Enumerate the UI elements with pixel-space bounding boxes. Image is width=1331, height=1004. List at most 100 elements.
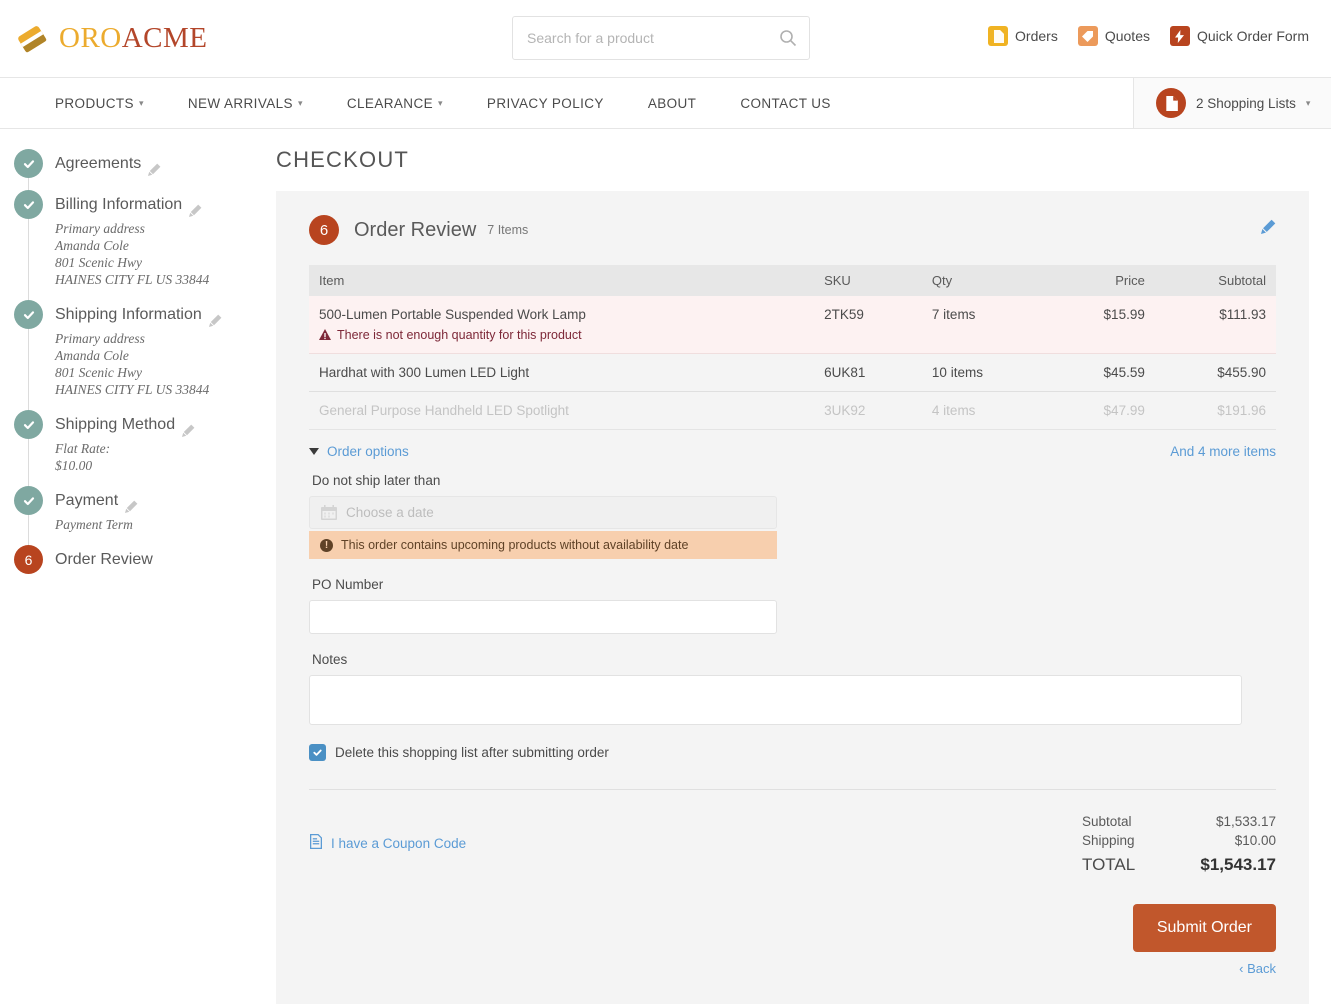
po-number-input[interactable] — [309, 600, 777, 634]
step-connector — [28, 219, 29, 300]
main-navigation: PRODUCTS ▾ NEW ARRIVALS ▾ CLEARANCE ▾ PR… — [0, 77, 1331, 129]
submit-order-button[interactable]: Submit Order — [1132, 904, 1276, 952]
panel-item-count: 7 Items — [487, 223, 529, 237]
order-options-toggle[interactable]: Order options — [309, 444, 409, 459]
table-row[interactable]: Hardhat with 300 Lumen LED Light 6UK81 1… — [309, 353, 1276, 392]
step-status-check-icon — [14, 410, 43, 439]
header-link-orders[interactable]: Orders — [988, 26, 1058, 46]
warning-triangle-icon — [319, 329, 331, 341]
cell-sku: 6UK81 — [814, 353, 922, 392]
logo-text-oro: ORO — [59, 22, 122, 54]
cell-qty: 4 items — [921, 391, 1047, 430]
header-link-quotes-label: Quotes — [1104, 28, 1150, 44]
col-price: Price — [1046, 265, 1155, 296]
order-review-header: 6 Order Review 7 Items — [309, 215, 1276, 245]
page-body: Agreements Billing Information Primary a… — [0, 129, 1331, 1004]
step-shipping-information-title: Shipping Information — [55, 300, 276, 329]
search-input[interactable] — [525, 29, 779, 47]
col-sku: SKU — [814, 265, 922, 296]
pencil-icon[interactable] — [125, 494, 138, 513]
more-items-link[interactable]: And 4 more items — [1170, 444, 1276, 459]
search-box[interactable] — [512, 16, 810, 60]
availability-notice-text: This order contains upcoming products wi… — [341, 538, 689, 552]
nav-item-products[interactable]: PRODUCTS ▾ — [33, 96, 166, 111]
nav-items: PRODUCTS ▾ NEW ARRIVALS ▾ CLEARANCE ▾ PR… — [0, 78, 853, 128]
nav-item-clearance[interactable]: CLEARANCE ▾ — [325, 96, 465, 111]
step-billing-information-label: Billing Information — [55, 196, 183, 213]
detail-line: HAINES CITY FL US 33844 — [55, 272, 210, 287]
coupon-document-icon — [309, 834, 323, 852]
checkout-steps: Agreements Billing Information Primary a… — [0, 129, 276, 1004]
shopping-lists-button[interactable]: 2 Shopping Lists ▾ — [1133, 78, 1331, 128]
step-shipping-method-label: Shipping Method — [55, 416, 176, 433]
detail-line: Amanda Cole — [55, 348, 129, 363]
chevron-down-icon: ▾ — [138, 97, 144, 108]
step-payment[interactable]: Payment Payment Term — [14, 486, 276, 545]
step-billing-information[interactable]: Billing Information Primary address Aman… — [14, 190, 276, 300]
grand-total-label: TOTAL — [1082, 855, 1136, 874]
nav-item-new-arrivals[interactable]: NEW ARRIVALS ▾ — [166, 96, 325, 111]
header-link-quotes[interactable]: Quotes — [1077, 26, 1150, 46]
detail-line: Primary address — [55, 221, 145, 236]
step-shipping-information-detail: Primary address Amanda Cole 801 Scenic H… — [55, 330, 276, 398]
ship-date-label: Do not ship later than — [312, 473, 441, 488]
step-payment-label: Payment — [55, 492, 119, 509]
cell-subtotal: $455.90 — [1154, 353, 1276, 392]
ship-date-field[interactable]: Choose a date — [309, 496, 777, 529]
edit-order-pencil-icon[interactable] — [1261, 219, 1276, 237]
item-name: 500-Lumen Portable Suspended Work Lamp — [319, 307, 586, 322]
detail-line: $10.00 — [55, 458, 93, 473]
ship-date-placeholder: Choose a date — [346, 505, 434, 520]
step-shipping-information[interactable]: Shipping Information Primary address Ama… — [14, 300, 276, 410]
step-shipping-method[interactable]: Shipping Method Flat Rate: $10.00 — [14, 410, 276, 486]
cell-sku: 3UK92 — [814, 391, 922, 430]
step-order-review[interactable]: 6 Order Review — [14, 545, 276, 574]
nav-item-privacy-policy[interactable]: PRIVACY POLICY — [465, 96, 626, 111]
pencil-icon[interactable] — [208, 308, 222, 327]
table-body: 500-Lumen Portable Suspended Work Lamp T… — [309, 296, 1276, 430]
step-connector — [28, 178, 29, 190]
notes-label: Notes — [312, 652, 348, 667]
coupon-code-label: I have a Coupon Code — [331, 835, 467, 851]
step-agreements[interactable]: Agreements — [14, 149, 276, 190]
order-review-panel: 6 Order Review 7 Items Item SKU Qty Pric… — [276, 191, 1309, 1004]
site-logo[interactable]: OROACME — [14, 21, 208, 57]
table-row[interactable]: 500-Lumen Portable Suspended Work Lamp T… — [309, 296, 1276, 354]
coupon-code-link[interactable]: I have a Coupon Code — [309, 812, 466, 874]
order-actions: Submit Order ‹ Back — [309, 904, 1276, 976]
site-header: OROACME Orders Quotes — [0, 0, 1331, 77]
step-status-check-icon — [14, 149, 43, 178]
pencil-icon[interactable] — [182, 418, 195, 437]
order-summary-footer: I have a Coupon Code Subtotal $1,533.17 … — [309, 812, 1276, 874]
step-order-review-title: Order Review — [55, 545, 276, 574]
chevron-down-icon: ▾ — [438, 97, 443, 108]
product-search — [512, 16, 810, 60]
pencil-icon[interactable] — [148, 157, 161, 176]
delete-list-label: Delete this shopping list after submitti… — [335, 745, 609, 760]
table-row[interactable]: General Purpose Handheld LED Spotlight 3… — [309, 391, 1276, 430]
nav-item-contact-us[interactable]: CONTACT US — [718, 96, 853, 111]
step-agreements-title: Agreements — [55, 149, 276, 178]
step-connector — [28, 439, 29, 486]
detail-line: Flat Rate: — [55, 441, 111, 456]
cell-price: $15.99 — [1046, 296, 1155, 354]
step-shipping-information-label: Shipping Information — [55, 306, 202, 323]
detail-line: Payment Term — [55, 517, 133, 532]
logo-mark-icon — [14, 21, 50, 57]
delete-list-checkbox[interactable] — [309, 744, 326, 761]
item-error-text: There is not enough quantity for this pr… — [337, 328, 582, 342]
search-icon[interactable] — [779, 29, 797, 47]
pencil-icon[interactable] — [189, 198, 202, 217]
back-link[interactable]: ‹ Back — [309, 961, 1276, 976]
step-agreements-label: Agreements — [55, 155, 142, 172]
notes-textarea[interactable] — [309, 675, 1242, 725]
cell-qty: 7 items — [921, 296, 1047, 354]
nav-item-new-arrivals-label: NEW ARRIVALS — [187, 95, 293, 111]
col-qty: Qty — [921, 265, 1047, 296]
col-subtotal: Subtotal — [1154, 265, 1276, 296]
main-content: CHECKOUT 6 Order Review 7 Items Item SKU… — [276, 129, 1331, 1004]
tag-icon — [1077, 26, 1098, 46]
header-link-quick-order[interactable]: Quick Order Form — [1169, 26, 1309, 46]
nav-item-about[interactable]: ABOUT — [626, 96, 719, 111]
step-status-check-icon — [14, 486, 43, 515]
